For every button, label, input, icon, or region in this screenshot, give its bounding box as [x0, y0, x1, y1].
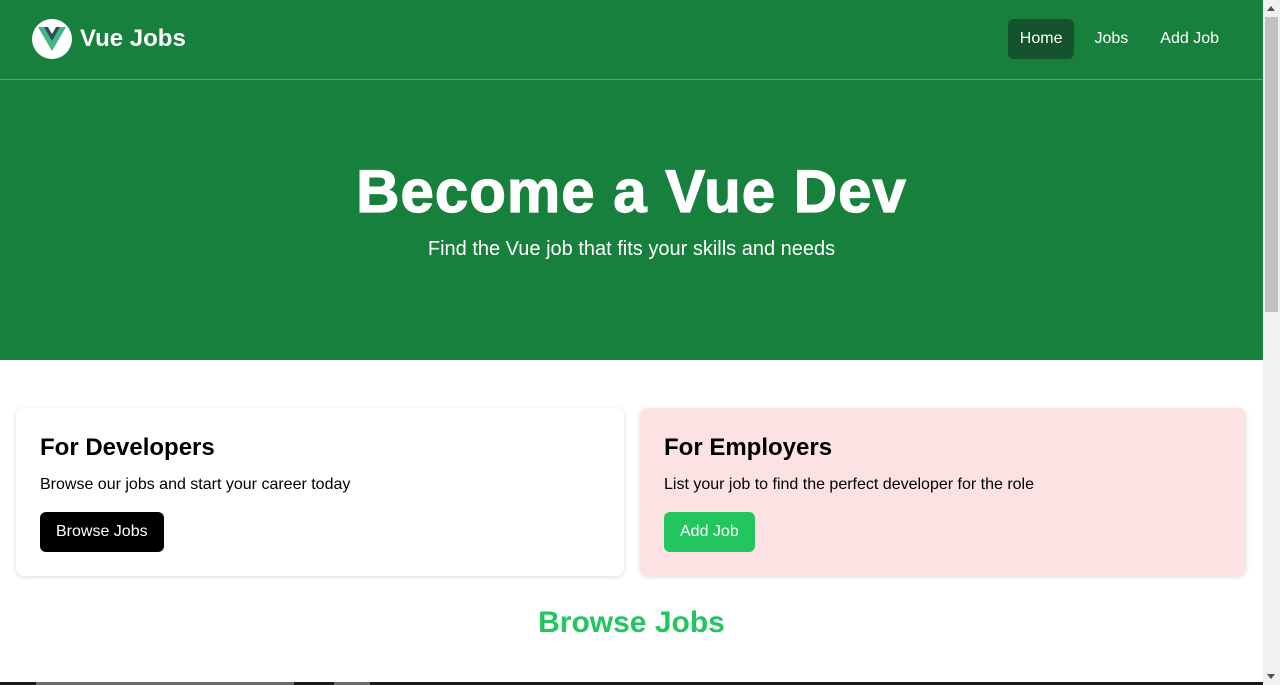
navbar: Vue Jobs Home Jobs Add Job	[0, 0, 1263, 80]
browse-jobs-button[interactable]: Browse Jobs	[40, 512, 164, 552]
developers-card-title: For Developers	[40, 434, 215, 461]
nav-add-job-link[interactable]: Add Job	[1148, 19, 1231, 59]
employers-card-text: List your job to find the perfect develo…	[664, 476, 1034, 493]
vue-logo-icon	[32, 19, 72, 59]
developers-card-text: Browse our jobs and start your career to…	[40, 476, 351, 493]
main-nav: Home Jobs Add Job	[1000, 19, 1231, 59]
scroll-up-arrow-icon[interactable]	[1267, 6, 1275, 11]
brand-name: Vue Jobs	[80, 25, 186, 52]
hero-subtitle: Find the Vue job that fits your skills a…	[427, 238, 836, 260]
scroll-down-arrow-icon[interactable]	[1267, 674, 1275, 679]
developers-card: For Developers Browse our jobs and start…	[16, 408, 624, 576]
brand-link[interactable]: Vue Jobs	[32, 19, 186, 59]
hero-section: Become a Vue Dev Find the Vue job that f…	[0, 80, 1263, 360]
employers-card-title: For Employers	[664, 434, 833, 461]
hero-title: Become a Vue Dev	[356, 157, 907, 225]
nav-home-link[interactable]: Home	[1007, 19, 1075, 59]
nav-jobs-link[interactable]: Jobs	[1082, 19, 1140, 59]
vertical-scrollbar[interactable]	[1263, 0, 1280, 685]
scrollbar-thumb[interactable]	[1265, 17, 1278, 312]
employers-card: For Employers List your job to find the …	[640, 408, 1246, 576]
browse-jobs-heading: Browse Jobs	[538, 606, 725, 639]
add-job-button[interactable]: Add Job	[664, 512, 755, 552]
